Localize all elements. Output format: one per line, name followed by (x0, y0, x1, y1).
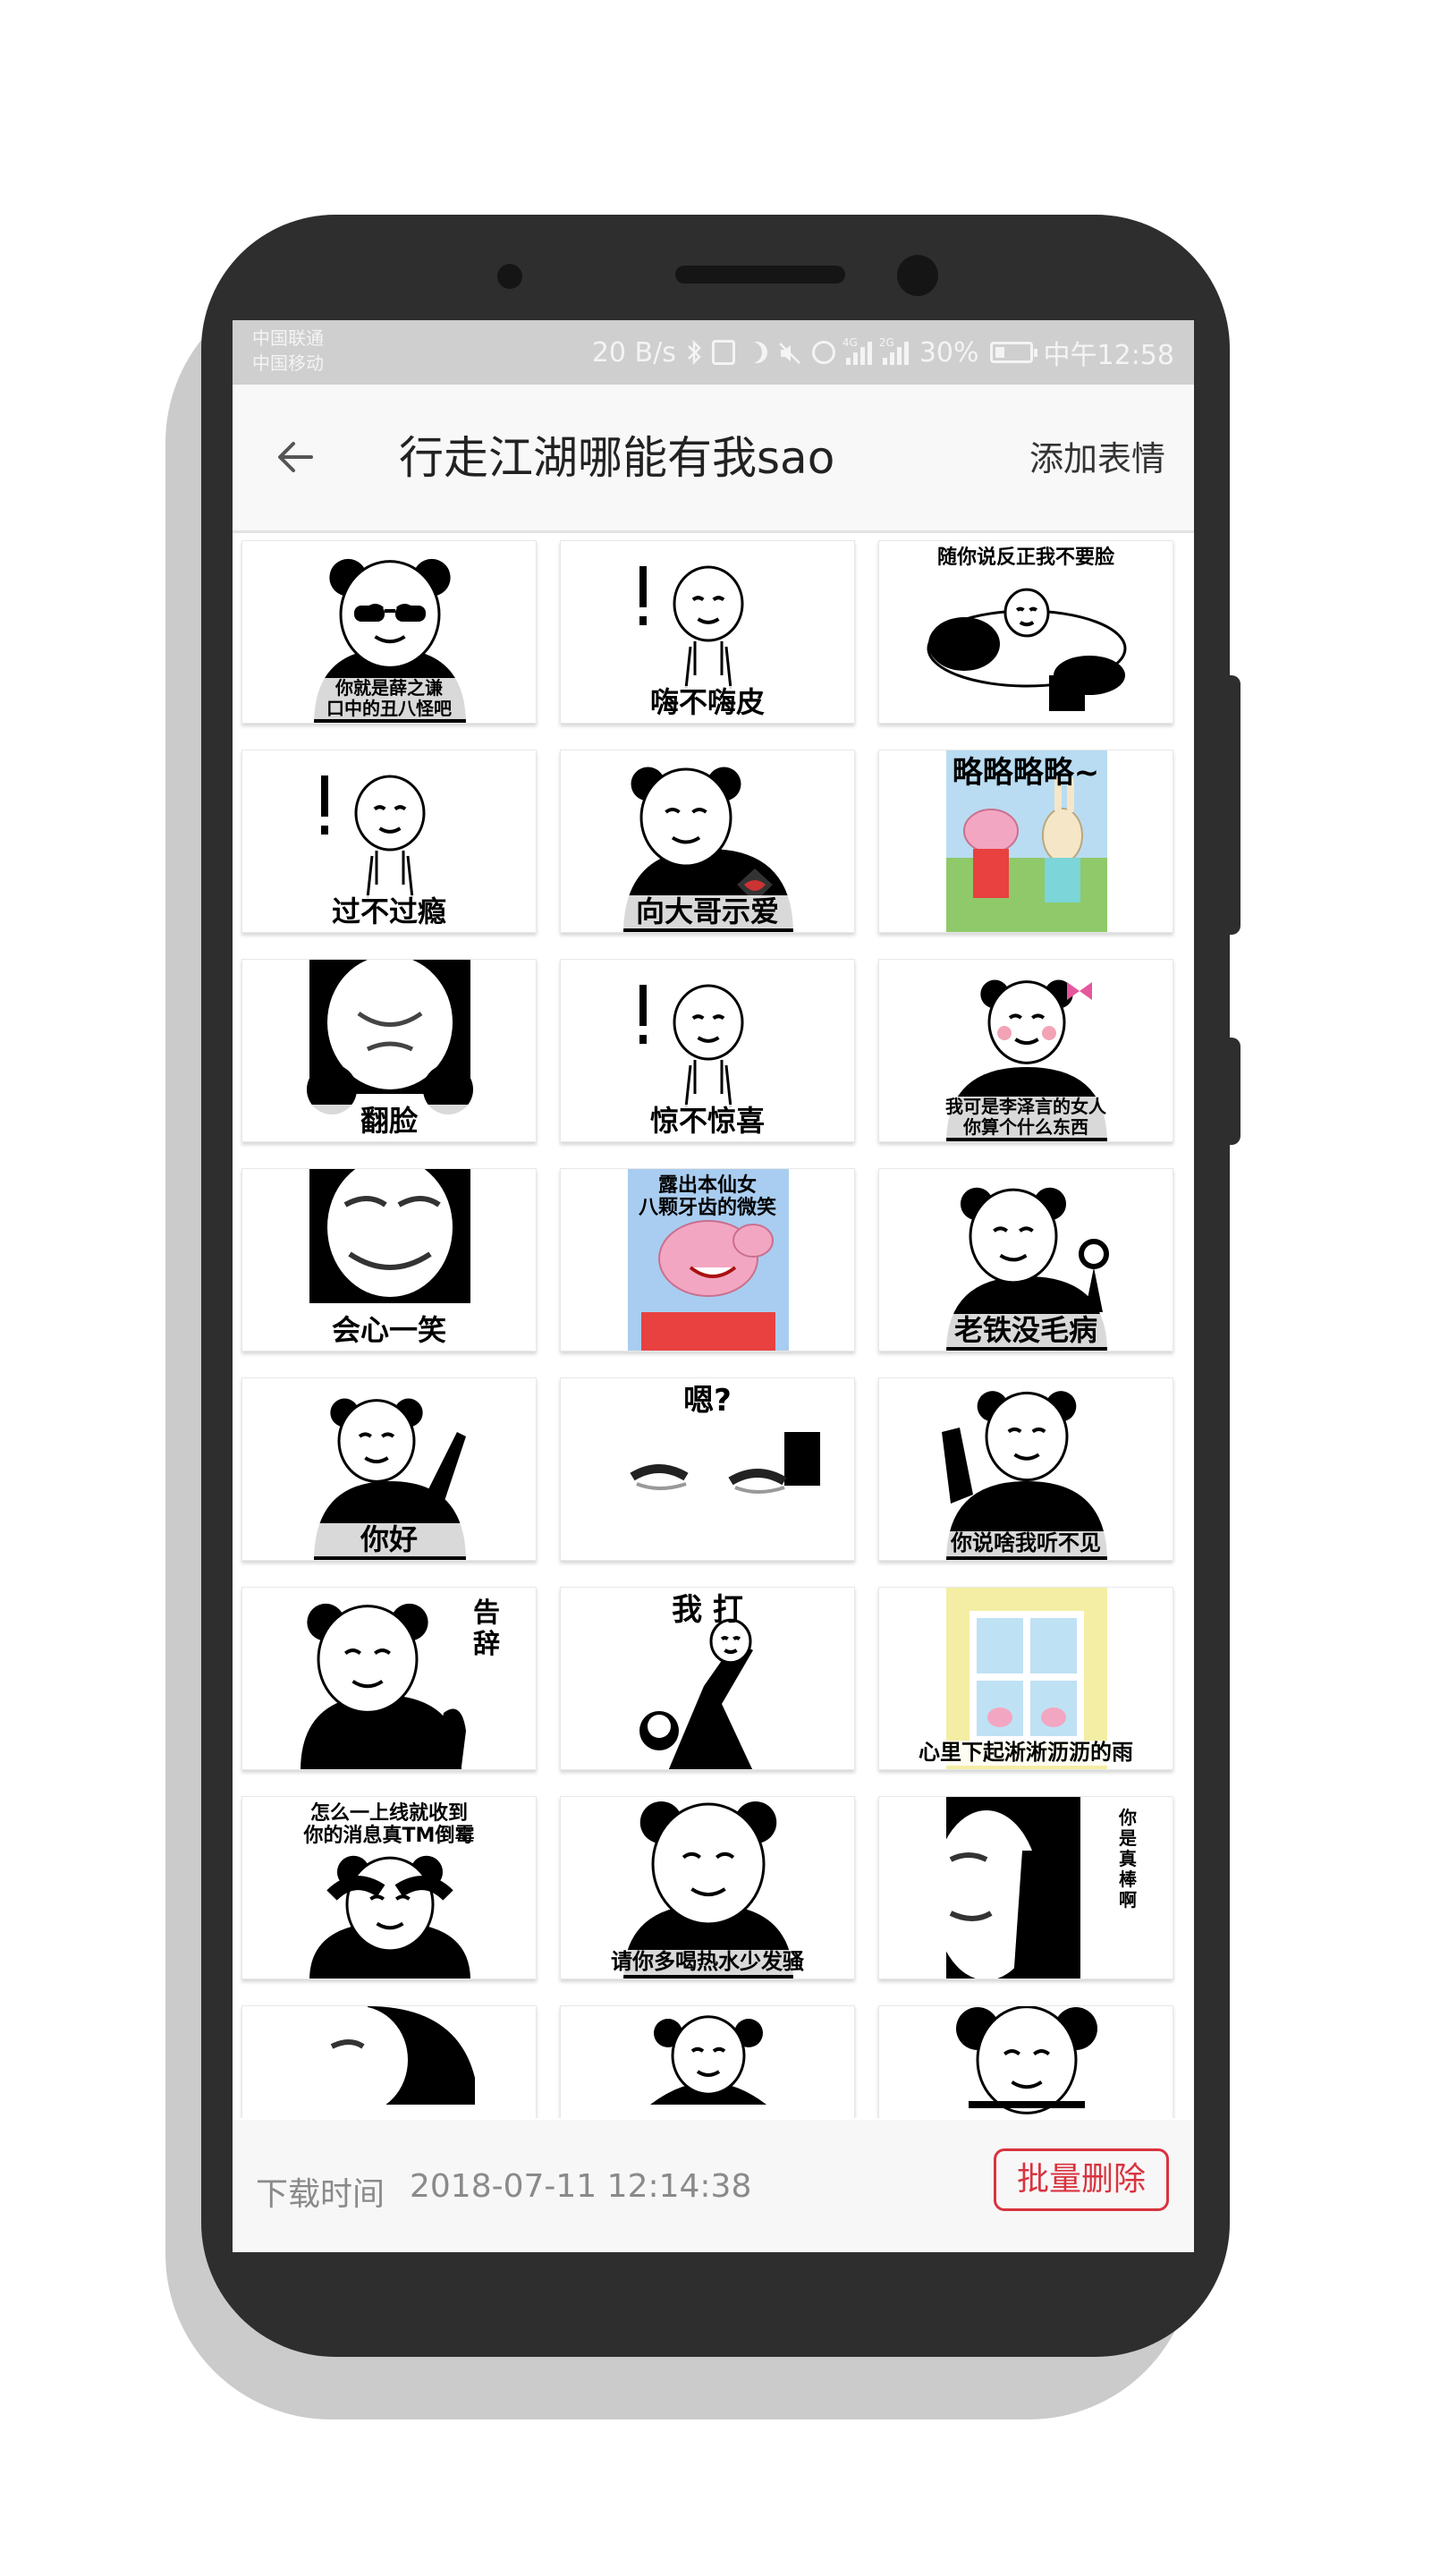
batch-delete-button[interactable]: 批量删除 (994, 2148, 1169, 2211)
bluetooth-icon (687, 339, 701, 366)
volume-button (1228, 1038, 1240, 1145)
power-button (1228, 675, 1240, 935)
sticker-item[interactable]: 怎么一上线就收到 你的消息真TM倒霉 (241, 1796, 537, 1979)
sticker-caption: 翻脸 (242, 1105, 536, 1138)
page-title: 行走江湖哪能有我sao (399, 432, 835, 484)
carrier-2: 中国移动 (252, 352, 324, 374)
sticker-grid: 你就是薛之谦 口中的丑八怪吧 嗨不嗨皮 随你说反正我不要脸 过不过瘾 向大哥示爱… (233, 533, 1194, 2118)
sticker-caption: 我 打 (672, 1592, 743, 1628)
signal-1-icon: 4G (843, 336, 872, 365)
sticker-item[interactable]: 我 打 (560, 1587, 855, 1770)
sticker-item[interactable]: 翻脸 (241, 959, 537, 1142)
back-button[interactable] (268, 429, 324, 485)
sticker-item[interactable]: 请你多喝热水少发骚 (560, 1796, 855, 1979)
status-bar: 中国联通 中国移动 20 B/s 4G 2G 30% 中午12:58 (233, 320, 1194, 385)
sticker-item[interactable]: 你好 (241, 1377, 537, 1561)
download-time: 2018-07-11 12:14:38 (410, 2168, 752, 2205)
speaker-grille (675, 266, 845, 284)
sticker-item[interactable]: 向大哥示爱 (560, 750, 855, 933)
battery-percent: 30% (919, 336, 979, 369)
sticker-caption: 惊不惊喜 (561, 1105, 854, 1138)
sticker-item[interactable]: 我可是李泽言的女人 你算个什么东西 (878, 959, 1173, 1142)
download-label: 下载时间 (256, 2176, 385, 2213)
net-speed: 20 B/s (591, 336, 676, 369)
sticker-item[interactable]: 过不过瘾 (241, 750, 537, 933)
sticker-caption: 请你多喝热水少发骚 (561, 1950, 854, 1975)
app-bar: 行走江湖哪能有我sao 添加表情 (233, 385, 1194, 533)
sensor-icon (497, 264, 522, 289)
sticker-caption: 向大哥示爱 (561, 895, 854, 928)
sticker-item[interactable]: 略略略略~ (878, 750, 1173, 933)
sticker-caption: 你说啥我听不见 (879, 1531, 1173, 1556)
sticker-caption: 过不过瘾 (242, 895, 536, 928)
sticker-caption: 告 辞 (473, 1597, 500, 1660)
sticker-caption: 怎么一上线就收到 你的消息真TM倒霉 (303, 1802, 475, 1848)
sticker-item[interactable]: 随你说反正我不要脸 (878, 540, 1173, 724)
signal-2-icon: 2G (879, 336, 909, 365)
sticker-caption: 我可是李泽言的女人 你算个什么东西 (879, 1097, 1173, 1138)
sticker-image (309, 2006, 475, 2114)
sticker-item[interactable] (560, 2005, 855, 2118)
sticker-item[interactable]: 告 辞 (241, 1587, 537, 1770)
add-sticker-button[interactable]: 添加表情 (1029, 438, 1165, 479)
sticker-caption: 略略略略~ (952, 755, 1100, 791)
sticker-item[interactable]: 露出本仙女 八颗牙齿的微笑 (560, 1168, 855, 1352)
sticker-caption: 你 是 真 棒 啊 (1119, 1807, 1137, 1911)
sticker-caption: 嗯? (683, 1383, 732, 1419)
status-time: 中午12:58 (1043, 340, 1174, 371)
arrow-left-icon (278, 442, 313, 472)
phone-screen: 中国联通 中国移动 20 B/s 4G 2G 30% 中午12:58 行走江湖哪… (233, 320, 1194, 2252)
sticker-item[interactable]: 嗯? (560, 1377, 855, 1561)
sticker-image (650, 2015, 766, 2105)
sticker-caption: 露出本仙女 八颗牙齿的微笑 (638, 1174, 776, 1220)
sticker-item[interactable] (878, 2005, 1173, 2118)
sticker-caption: 你就是薛之谦 口中的丑八怪吧 (242, 678, 536, 719)
sticker-item[interactable]: 你说啥我听不见 (878, 1377, 1173, 1561)
sticker-item[interactable]: 老铁没毛病 (878, 1168, 1173, 1352)
front-camera-icon (897, 255, 938, 296)
sticker-caption: 心里下起淅淅沥沥的雨 (879, 1741, 1173, 1766)
sticker-item[interactable]: 会心一笑 (241, 1168, 537, 1352)
sticker-item[interactable] (241, 2005, 537, 2118)
signal-2-tag: 2G (878, 336, 894, 349)
sticker-item[interactable]: 你 是 真 棒 啊 (878, 1796, 1173, 1979)
sticker-item[interactable]: 惊不惊喜 (560, 959, 855, 1142)
sticker-image (956, 2006, 1097, 2114)
sticker-caption: 会心一笑 (242, 1314, 536, 1347)
sticker-caption: 随你说反正我不要脸 (936, 547, 1114, 569)
sticker-caption: 你好 (242, 1523, 536, 1556)
status-icons: 20 B/s 4G 2G 30% 中午12:58 (592, 333, 1174, 372)
alarm-icon (811, 341, 835, 364)
battery-icon (989, 342, 1037, 363)
sticker-caption: 老铁没毛病 (879, 1314, 1173, 1347)
nfc-icon (711, 340, 735, 365)
signal-1-tag: 4G (842, 336, 858, 349)
sticker-item[interactable]: 你就是薛之谦 口中的丑八怪吧 (241, 540, 537, 724)
sticker-item[interactable]: 嗨不嗨皮 (560, 540, 855, 724)
carrier-1: 中国联通 (252, 327, 324, 349)
mute-icon (778, 341, 801, 364)
bottom-bar: 下载时间 2018-07-11 12:14:38 批量删除 (233, 2120, 1194, 2252)
do-not-disturb-icon (746, 342, 767, 363)
sticker-item[interactable]: 心里下起淅淅沥沥的雨 (878, 1587, 1173, 1770)
sticker-caption: 嗨不嗨皮 (561, 686, 854, 719)
